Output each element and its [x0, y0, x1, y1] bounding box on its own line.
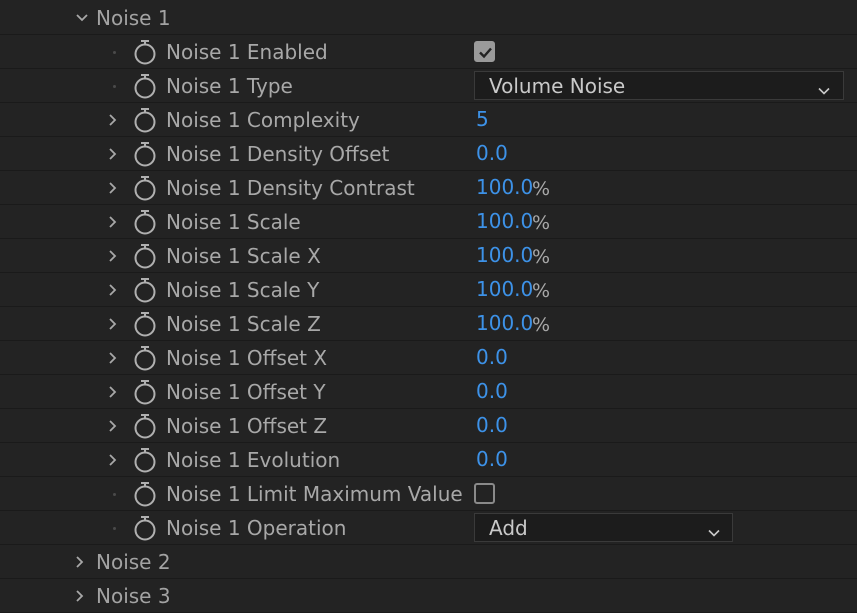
- group-row-noise-3[interactable]: Noise 3: [0, 579, 857, 613]
- chevron-right-icon[interactable]: [105, 180, 121, 196]
- property-row-offset-y: Noise 1 Offset Y 0.0: [0, 375, 857, 409]
- property-row-complexity: Noise 1 Complexity 5: [0, 103, 857, 137]
- chevron-right-icon[interactable]: [105, 248, 121, 264]
- stopwatch-icon[interactable]: [133, 345, 157, 371]
- property-label: Noise 1 Limit Maximum Value: [166, 482, 463, 506]
- group-label-noise-1: Noise 1: [96, 6, 171, 30]
- property-label: Noise 1 Offset Y: [166, 380, 326, 404]
- noise-type-dropdown[interactable]: Volume Noise: [474, 71, 844, 100]
- scale-value[interactable]: 100.0: [476, 208, 533, 234]
- stopwatch-icon[interactable]: [133, 515, 157, 541]
- chevron-right-icon[interactable]: [105, 316, 121, 332]
- property-label: Noise 1 Operation: [166, 516, 347, 540]
- chevron-down-icon: [817, 79, 831, 95]
- property-row-density-contrast: Noise 1 Density Contrast 100.0 %: [0, 171, 857, 205]
- property-row-scale: Noise 1 Scale 100.0 %: [0, 205, 857, 239]
- enabled-checkbox[interactable]: [474, 41, 495, 62]
- bullet-dot: [113, 527, 116, 530]
- property-row-density-offset: Noise 1 Density Offset 0.0: [0, 137, 857, 171]
- property-label: Noise 1 Density Contrast: [166, 176, 415, 200]
- property-label: Noise 1 Scale X: [166, 244, 321, 268]
- property-label: Noise 1 Offset X: [166, 346, 328, 370]
- property-label: Noise 1 Enabled: [166, 40, 328, 64]
- dropdown-value: Add: [489, 516, 528, 540]
- bullet-dot: [113, 51, 116, 54]
- offset-x-value[interactable]: 0.0: [476, 344, 508, 370]
- chevron-right-icon[interactable]: [72, 554, 88, 570]
- effect-properties-panel: Noise 1 Noise 1 Enabled Noise 1 Type Vol…: [0, 0, 857, 613]
- stopwatch-icon[interactable]: [133, 107, 157, 133]
- chevron-right-icon[interactable]: [105, 146, 121, 162]
- property-label: Noise 1 Type: [166, 74, 293, 98]
- stopwatch-icon[interactable]: [133, 481, 157, 507]
- stopwatch-icon[interactable]: [133, 175, 157, 201]
- property-label: Noise 1 Density Offset: [166, 142, 390, 166]
- property-label: Noise 1 Evolution: [166, 448, 341, 472]
- evolution-value[interactable]: 0.0: [476, 446, 508, 472]
- offset-z-value[interactable]: 0.0: [476, 412, 508, 438]
- stopwatch-icon[interactable]: [133, 277, 157, 303]
- property-label: Noise 1 Scale Z: [166, 312, 321, 336]
- chevron-right-icon[interactable]: [105, 452, 121, 468]
- unit-label: %: [532, 178, 551, 200]
- stopwatch-icon[interactable]: [133, 39, 157, 65]
- dropdown-value: Volume Noise: [489, 74, 626, 98]
- stopwatch-icon[interactable]: [133, 243, 157, 269]
- offset-y-value[interactable]: 0.0: [476, 378, 508, 404]
- density-offset-value[interactable]: 0.0: [476, 140, 508, 166]
- chevron-right-icon[interactable]: [105, 350, 121, 366]
- property-row-scale-z: Noise 1 Scale Z 100.0 %: [0, 307, 857, 341]
- chevron-right-icon[interactable]: [72, 588, 88, 604]
- limit-maximum-checkbox[interactable]: [474, 483, 495, 504]
- unit-label: %: [532, 246, 551, 268]
- chevron-right-icon[interactable]: [105, 384, 121, 400]
- property-row-type: Noise 1 Type Volume Noise: [0, 69, 857, 103]
- scale-y-value[interactable]: 100.0: [476, 276, 533, 302]
- stopwatch-icon[interactable]: [133, 209, 157, 235]
- group-row-noise-2[interactable]: Noise 2: [0, 545, 857, 579]
- property-row-operation: Noise 1 Operation Add: [0, 511, 857, 545]
- stopwatch-icon[interactable]: [133, 73, 157, 99]
- property-row-limit-maximum: Noise 1 Limit Maximum Value: [0, 477, 857, 511]
- complexity-value[interactable]: 5: [476, 106, 489, 132]
- scale-z-value[interactable]: 100.0: [476, 310, 533, 336]
- stopwatch-icon[interactable]: [133, 141, 157, 167]
- chevron-right-icon[interactable]: [105, 282, 121, 298]
- chevron-down-icon: [707, 521, 721, 537]
- chevron-right-icon[interactable]: [105, 214, 121, 230]
- chevron-right-icon[interactable]: [105, 418, 121, 434]
- unit-label: %: [532, 212, 551, 234]
- group-label-noise-3: Noise 3: [96, 584, 171, 608]
- group-label-noise-2: Noise 2: [96, 550, 171, 574]
- property-row-scale-x: Noise 1 Scale X 100.0 %: [0, 239, 857, 273]
- unit-label: %: [532, 280, 551, 302]
- property-row-offset-z: Noise 1 Offset Z 0.0: [0, 409, 857, 443]
- bullet-dot: [113, 493, 116, 496]
- property-row-evolution: Noise 1 Evolution 0.0: [0, 443, 857, 477]
- property-label: Noise 1 Offset Z: [166, 414, 328, 438]
- chevron-down-icon[interactable]: [74, 10, 90, 26]
- checkmark-icon: [479, 47, 492, 59]
- group-row-noise-1[interactable]: Noise 1: [0, 1, 857, 35]
- density-contrast-value[interactable]: 100.0: [476, 174, 533, 200]
- property-label: Noise 1 Scale Y: [166, 278, 320, 302]
- chevron-right-icon[interactable]: [105, 112, 121, 128]
- property-label: Noise 1 Scale: [166, 210, 301, 234]
- operation-dropdown[interactable]: Add: [474, 513, 733, 542]
- stopwatch-icon[interactable]: [133, 311, 157, 337]
- scale-x-value[interactable]: 100.0: [476, 242, 533, 268]
- stopwatch-icon[interactable]: [133, 379, 157, 405]
- stopwatch-icon[interactable]: [133, 447, 157, 473]
- property-row-scale-y: Noise 1 Scale Y 100.0 %: [0, 273, 857, 307]
- property-label: Noise 1 Complexity: [166, 108, 360, 132]
- stopwatch-icon[interactable]: [133, 413, 157, 439]
- property-row-enabled: Noise 1 Enabled: [0, 35, 857, 69]
- unit-label: %: [532, 314, 551, 336]
- property-row-offset-x: Noise 1 Offset X 0.0: [0, 341, 857, 375]
- bullet-dot: [113, 85, 116, 88]
